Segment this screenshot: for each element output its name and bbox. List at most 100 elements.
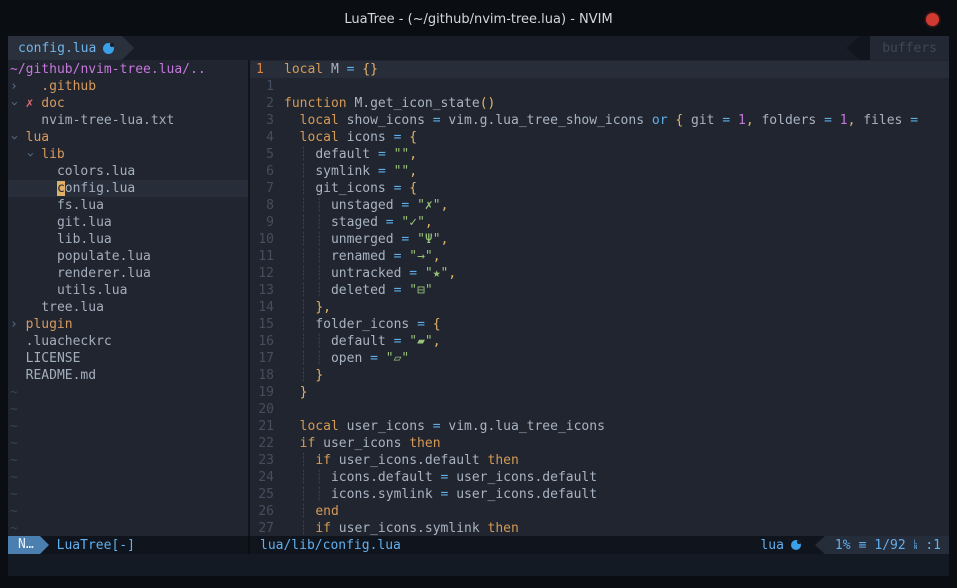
code-line[interactable]: 24 ┊ ┊ icons.default = user_icons.defaul… xyxy=(250,469,949,486)
code-line[interactable]: 8 ┊ ┊ unstaged = "✗", xyxy=(250,197,949,214)
code-line[interactable]: 14 ┊ }, xyxy=(250,299,949,316)
code-line[interactable]: 5 ┊ default = "", xyxy=(250,146,949,163)
line-number: 13 xyxy=(250,282,284,299)
indent xyxy=(10,378,26,379)
tree-item-label: lib.lua xyxy=(57,232,112,247)
code-line-text: ┊ end xyxy=(284,503,949,520)
indent xyxy=(10,259,57,260)
code-line[interactable]: 9 ┊ ┊ staged = "✓", xyxy=(250,214,949,231)
code-line[interactable]: 1local M = {} xyxy=(250,61,949,78)
line-number: 7 xyxy=(250,180,284,197)
buffers-segment[interactable]: buffers xyxy=(870,36,949,60)
code-line-text: ┊ git_icons = { xyxy=(284,180,949,197)
code-line-text: ┊ }, xyxy=(284,299,949,316)
code-line[interactable]: 6 ┊ symlink = "", xyxy=(250,163,949,180)
code-line-text: if user_icons then xyxy=(284,435,949,452)
tree-item-label: tree.lua xyxy=(41,300,104,315)
line-number: 18 xyxy=(250,367,284,384)
command-line[interactable] xyxy=(8,554,949,576)
statusline-tree-window: N… LuaTree[-] xyxy=(8,536,250,554)
tree-item[interactable]: ›lib xyxy=(8,146,248,163)
code-line[interactable]: 19 } xyxy=(250,384,949,401)
tree-item[interactable]: populate.lua xyxy=(8,248,248,265)
tree-item[interactable]: renderer.lua xyxy=(8,265,248,282)
code-line[interactable]: 21 local user_icons = vim.g.lua_tree_ico… xyxy=(250,418,949,435)
indent xyxy=(10,361,26,362)
code-line-text: local icons = { xyxy=(284,129,949,146)
chevron-down-icon[interactable]: › xyxy=(21,151,38,159)
code-line[interactable]: 10 ┊ ┊ unmerged = "Ψ", xyxy=(250,231,949,248)
code-editor[interactable]: 1local M = {}12function M.get_icon_state… xyxy=(250,60,949,536)
file-tree: ~/github/nvim-tree.lua/..›.github›✗docnv… xyxy=(8,60,250,536)
tree-item[interactable]: tree.lua xyxy=(8,299,248,316)
code-line[interactable]: 16 ┊ ┊ default = "▰", xyxy=(250,333,949,350)
tree-item[interactable]: ›lua xyxy=(8,129,248,146)
line-number: 23 xyxy=(250,452,284,469)
close-button[interactable] xyxy=(926,13,939,26)
buffers-separator xyxy=(860,36,870,60)
tree-item[interactable]: utils.lua xyxy=(8,282,248,299)
chevron-down-icon[interactable]: › xyxy=(8,134,22,142)
code-line-text: ┊ ┊ unstaged = "✗", xyxy=(284,197,949,214)
code-line[interactable]: 25 ┊ ┊ icons.symlink = user_icons.defaul… xyxy=(250,486,949,503)
tree-item-label: colors.lua xyxy=(57,164,135,179)
tree-item-label: doc xyxy=(41,96,64,111)
code-line[interactable]: 11 ┊ ┊ renamed = "→", xyxy=(250,248,949,265)
tree-item-label: onfig.lua xyxy=(65,181,135,196)
code-line[interactable]: 22 if user_icons then xyxy=(250,435,949,452)
indent xyxy=(10,191,57,192)
line-number: 17 xyxy=(250,350,284,367)
chevron-down-icon[interactable]: › xyxy=(8,100,22,108)
code-line-text: ┊ if user_icons.default then xyxy=(284,452,949,469)
code-line[interactable]: 15 ┊ folder_icons = { xyxy=(250,316,949,333)
code-line[interactable]: 1 xyxy=(250,78,949,95)
tree-item-label: LICENSE xyxy=(26,351,81,366)
empty-line-tilde: ~ xyxy=(8,469,248,486)
tree-item-label: renderer.lua xyxy=(57,266,151,281)
statusline-filetype: lua xyxy=(760,538,800,553)
code-line[interactable]: 17 ┊ ┊ open = "▱" xyxy=(250,350,949,367)
code-line[interactable]: 7 ┊ git_icons = { xyxy=(250,180,949,197)
code-line-text: ┊ ┊ staged = "✓", xyxy=(284,214,949,231)
code-line[interactable]: 13 ┊ ┊ deleted = "⊟" xyxy=(250,282,949,299)
code-line[interactable]: 23 ┊ if user_icons.default then xyxy=(250,452,949,469)
code-line[interactable]: 26 ┊ end xyxy=(250,503,949,520)
line-number: 24 xyxy=(250,469,284,486)
tree-item[interactable]: ›plugin xyxy=(8,316,248,333)
tree-item[interactable]: ›.github xyxy=(8,78,248,95)
tree-item[interactable]: lib.lua xyxy=(8,231,248,248)
line-number: 2 xyxy=(250,95,284,112)
indent xyxy=(10,208,57,209)
code-line[interactable]: 20 xyxy=(250,401,949,418)
empty-line-tilde: ~ xyxy=(8,435,248,452)
tree-item[interactable]: config.lua xyxy=(8,180,248,197)
code-line-text xyxy=(284,401,949,418)
tree-item[interactable]: git.lua xyxy=(8,214,248,231)
code-line[interactable]: 3 local show_icons = vim.g.lua_tree_show… xyxy=(250,112,949,129)
empty-line-tilde: ~ xyxy=(8,384,248,401)
line-number: 1 xyxy=(250,61,284,78)
code-line[interactable]: 27 ┊ if user_icons.symlink then xyxy=(250,520,949,536)
code-line[interactable]: 18 ┊ } xyxy=(250,367,949,384)
code-line[interactable]: 4 local icons = { xyxy=(250,129,949,146)
tree-item[interactable]: ›✗doc xyxy=(8,95,248,112)
tree-item-label: fs.lua xyxy=(57,198,104,213)
tree-item[interactable]: nvim-tree-lua.txt xyxy=(8,112,248,129)
tree-item[interactable]: README.md xyxy=(8,367,248,384)
code-line[interactable]: 12 ┊ ┊ untracked = "★", xyxy=(250,265,949,282)
code-line-text: local M = {} xyxy=(284,61,949,78)
chevron-right-icon[interactable]: › xyxy=(10,78,18,95)
tree-item[interactable]: .luacheckrc xyxy=(8,333,248,350)
tree-item[interactable]: LICENSE xyxy=(8,350,248,367)
code-line[interactable]: 2function M.get_icon_state() xyxy=(250,95,949,112)
tab-config-lua[interactable]: config.lua xyxy=(8,36,122,60)
code-line-text: local user_icons = vim.g.lua_tree_icons xyxy=(284,418,949,435)
code-line-text: ┊ ┊ open = "▱" xyxy=(284,350,949,367)
statusline-file-path: lua/lib/config.lua xyxy=(260,538,401,553)
chevron-right-icon[interactable]: › xyxy=(10,316,18,333)
tree-item[interactable]: colors.lua xyxy=(8,163,248,180)
indent xyxy=(10,310,41,311)
indent xyxy=(10,293,57,294)
tree-item[interactable]: ~/github/nvim-tree.lua/.. xyxy=(8,61,248,78)
tree-item[interactable]: fs.lua xyxy=(8,197,248,214)
